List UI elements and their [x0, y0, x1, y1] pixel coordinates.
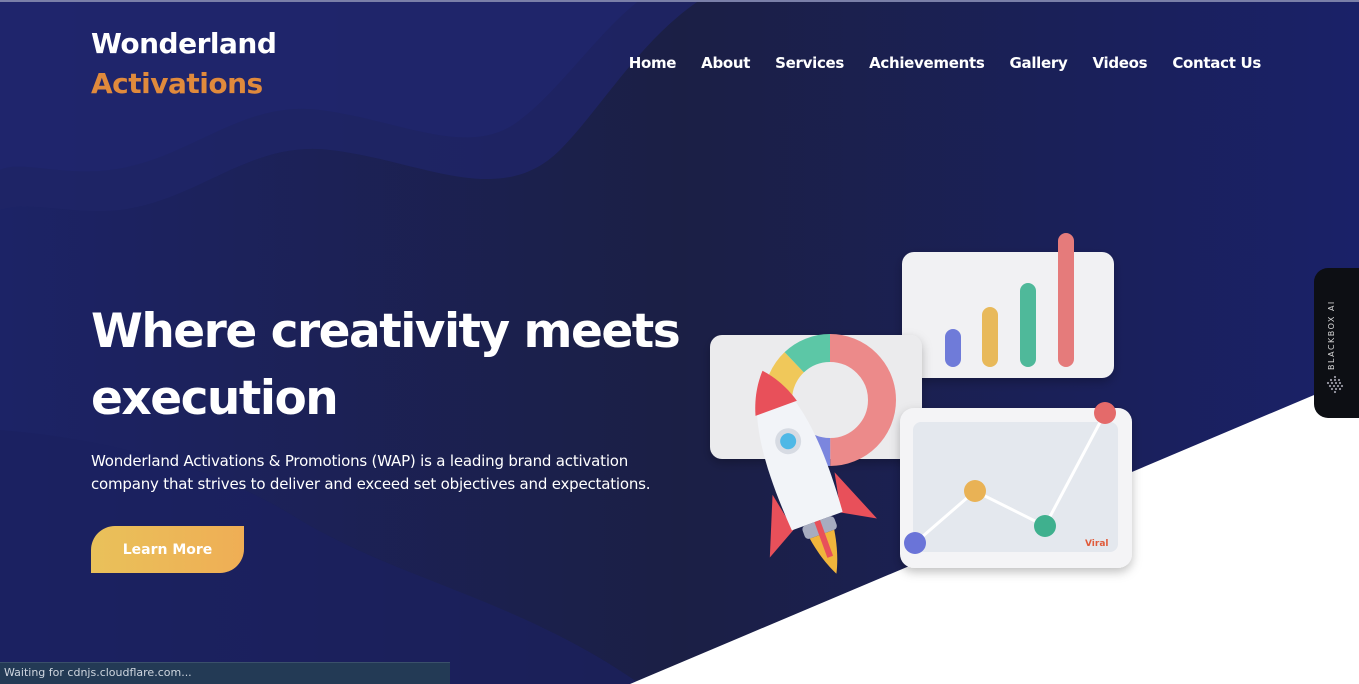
nav-contact-us[interactable]: Contact Us	[1172, 52, 1261, 74]
nav-home[interactable]: Home	[629, 52, 677, 74]
site-logo[interactable]: Wonderland Activations	[91, 24, 277, 104]
blackbox-dots-icon	[1326, 375, 1344, 394]
bar-chart-card	[902, 233, 1114, 378]
nav-gallery[interactable]: Gallery	[1010, 52, 1068, 74]
hero-title: Where creativity meets execution	[91, 304, 681, 426]
nav-achievements[interactable]: Achievements	[869, 52, 985, 74]
hero-description: Wonderland Activations & Promotions (WAP…	[91, 452, 651, 493]
window-top-border	[0, 0, 1359, 2]
viral-brand-mark: Viral	[1085, 539, 1109, 549]
logo-line-2: Activations	[91, 67, 263, 100]
main-nav: Home About Services Achievements Gallery…	[604, 52, 1262, 74]
blackbox-ai-label: BLACKBOX AI	[1327, 300, 1336, 370]
landing-page: Wonderland Activations Home About Servic…	[0, 0, 1359, 684]
rocket-analytics-illustration: Viral	[710, 233, 1132, 574]
nav-about[interactable]: About	[701, 52, 750, 74]
nav-services[interactable]: Services	[775, 52, 844, 74]
line-chart-card: Viral	[900, 402, 1132, 568]
nav-videos[interactable]: Videos	[1092, 52, 1147, 74]
learn-more-button[interactable]: Learn More	[91, 526, 244, 573]
browser-status-bar: Waiting for cdnjs.cloudflare.com...	[0, 662, 450, 684]
logo-line-1: Wonderland	[91, 27, 277, 60]
